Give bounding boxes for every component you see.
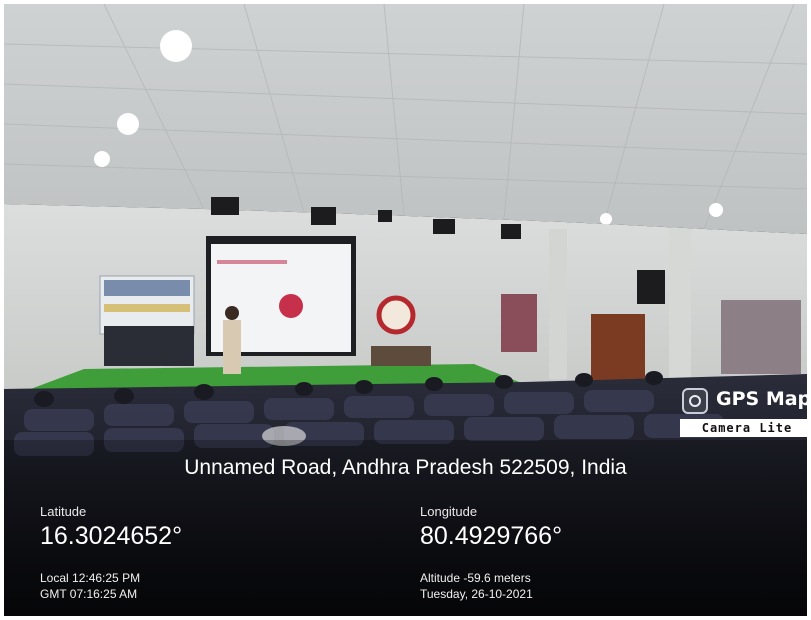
date: Tuesday, 26-10-2021 — [420, 587, 533, 601]
altitude: Altitude -59.6 meters — [420, 571, 531, 585]
gps-map-camera-badge: GPS Map Camera Lite — [676, 383, 807, 439]
local-time: Local 12:46:25 PM — [40, 571, 141, 585]
camera-icon — [682, 388, 708, 414]
latitude-label: Latitude — [40, 504, 87, 519]
badge-subtitle: Camera Lite — [680, 419, 807, 437]
location-overlay: Unnamed Road, Andhra Pradesh 522509, Ind… — [4, 440, 807, 616]
longitude-value: 80.4929766° — [420, 522, 563, 550]
latitude-value: 16.3024652° — [40, 522, 183, 550]
longitude-label: Longitude — [420, 504, 478, 519]
address-text: Unnamed Road, Andhra Pradesh 522509, Ind… — [184, 456, 627, 479]
badge-title: GPS Map — [716, 388, 807, 410]
gmt-time: GMT 07:16:25 AM — [40, 587, 138, 601]
